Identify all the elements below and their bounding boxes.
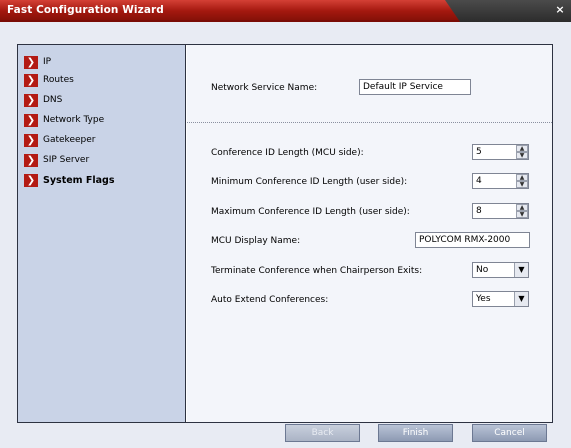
sidebar-item-label: Routes xyxy=(43,75,74,85)
spin-down-icon[interactable]: ▼ xyxy=(516,211,528,218)
arrow-right-icon: ❯ xyxy=(24,93,38,107)
sidebar-item-label: System Flags xyxy=(43,174,115,186)
spin-up-icon[interactable]: ▲ xyxy=(516,204,528,211)
sidebar-item-label: Network Type xyxy=(43,115,105,125)
finish-button[interactable]: Finish xyxy=(378,424,453,442)
wizard-frame: ❯ IP ❯ Routes ❯ DNS ❯ Network Type ❯ Gat… xyxy=(17,44,553,423)
network-service-name-label: Network Service Name: xyxy=(211,83,318,93)
sidebar-item-sip-server[interactable]: ❯ SIP Server xyxy=(24,152,89,168)
min-conf-id-length-spinner[interactable]: 4 ▲ ▼ xyxy=(472,173,529,189)
window-title: Fast Configuration Wizard xyxy=(7,4,164,16)
max-conf-id-length-spinner[interactable]: 8 ▲ ▼ xyxy=(472,203,529,219)
spin-down-icon[interactable]: ▼ xyxy=(516,152,528,159)
title-bar: Fast Configuration Wizard × xyxy=(0,0,571,22)
sidebar-item-routes[interactable]: ❯ Routes xyxy=(24,72,74,88)
auto-extend-select[interactable]: Yes ▼ xyxy=(472,291,529,307)
terminate-on-chair-exit-select[interactable]: No ▼ xyxy=(472,262,529,278)
arrow-right-icon: ❯ xyxy=(24,73,38,87)
cancel-button[interactable]: Cancel xyxy=(472,424,547,442)
sidebar-item-gatekeeper[interactable]: ❯ Gatekeeper xyxy=(24,132,95,148)
sidebar-item-network-type[interactable]: ❯ Network Type xyxy=(24,112,104,128)
arrow-right-icon: ❯ xyxy=(24,55,38,69)
back-button[interactable]: Back xyxy=(285,424,360,442)
spinner-buttons: ▲ ▼ xyxy=(516,204,528,218)
content-panel: Network Service Name: Default IP Service… xyxy=(187,45,552,422)
spin-up-icon[interactable]: ▲ xyxy=(516,174,528,181)
section-divider xyxy=(187,122,552,123)
sidebar-item-label: DNS xyxy=(43,95,63,105)
arrow-right-icon: ❯ xyxy=(24,173,38,187)
conf-id-length-label: Conference ID Length (MCU side): xyxy=(211,148,364,158)
spin-up-icon[interactable]: ▲ xyxy=(516,145,528,152)
sidebar-item-label: Gatekeeper xyxy=(43,135,96,145)
auto-extend-label: Auto Extend Conferences: xyxy=(211,295,329,305)
max-conf-id-length-label: Maximum Conference ID Length (user side)… xyxy=(211,207,410,217)
mcu-display-name-label: MCU Display Name: xyxy=(211,236,301,246)
min-conf-id-length-label: Minimum Conference ID Length (user side)… xyxy=(211,177,408,187)
terminate-on-chair-exit-label: Terminate Conference when Chairperson Ex… xyxy=(211,266,423,276)
spin-down-icon[interactable]: ▼ xyxy=(516,181,528,188)
conf-id-length-spinner[interactable]: 5 ▲ ▼ xyxy=(472,144,529,160)
sidebar-item-label: SIP Server xyxy=(43,155,90,165)
mcu-display-name-field[interactable]: POLYCOM RMX-2000 xyxy=(415,232,530,248)
arrow-right-icon: ❯ xyxy=(24,133,38,147)
spinner-buttons: ▲ ▼ xyxy=(516,174,528,188)
chevron-down-icon[interactable]: ▼ xyxy=(514,292,528,306)
chevron-down-icon[interactable]: ▼ xyxy=(514,263,528,277)
network-service-name-field[interactable]: Default IP Service xyxy=(359,79,471,95)
sidebar: ❯ IP ❯ Routes ❯ DNS ❯ Network Type ❯ Gat… xyxy=(18,45,186,422)
sidebar-item-label: IP xyxy=(43,57,52,67)
wizard-window: Fast Configuration Wizard × ❯ IP ❯ Route… xyxy=(0,0,571,448)
arrow-right-icon: ❯ xyxy=(24,113,38,127)
sidebar-item-system-flags[interactable]: ❯ System Flags xyxy=(24,172,115,188)
sidebar-item-dns[interactable]: ❯ DNS xyxy=(24,92,62,108)
sidebar-item-ip[interactable]: ❯ IP xyxy=(24,54,51,70)
arrow-right-icon: ❯ xyxy=(24,153,38,167)
close-icon[interactable]: × xyxy=(553,3,567,17)
spinner-buttons: ▲ ▼ xyxy=(516,145,528,159)
